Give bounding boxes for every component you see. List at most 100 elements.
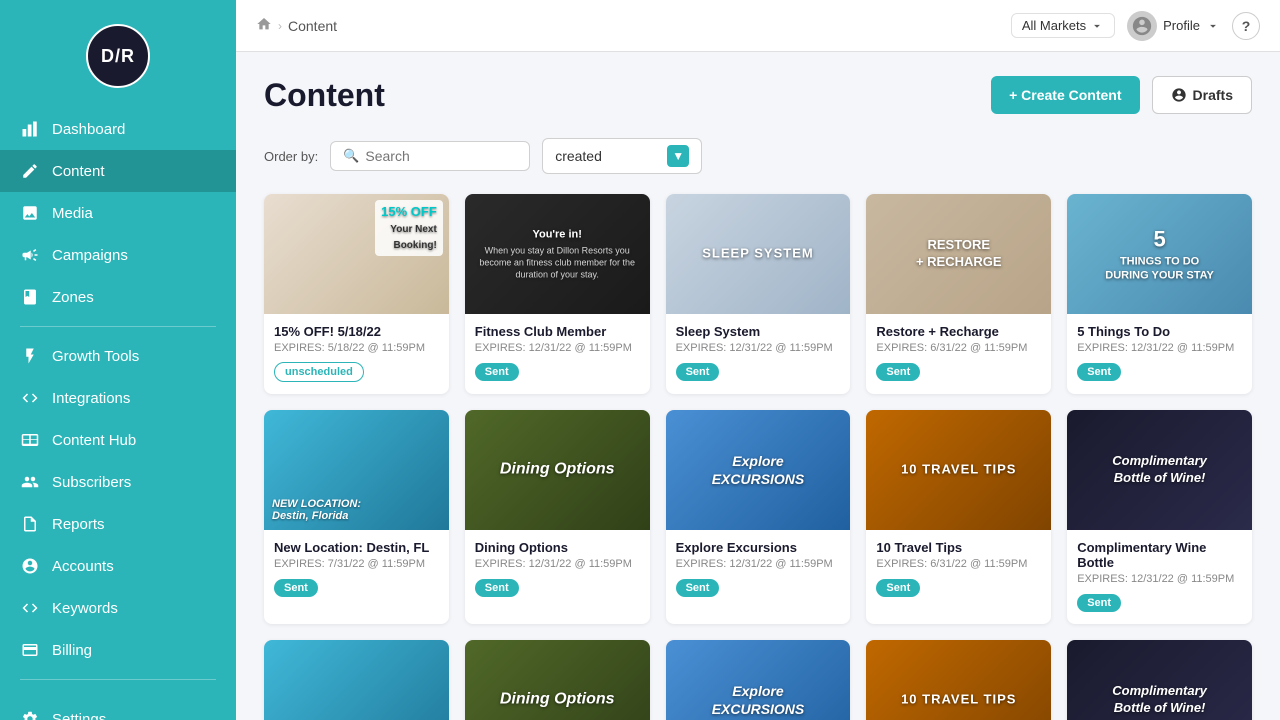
sidebar-item-integrations[interactable]: Integrations [0, 377, 236, 419]
sidebar-item-content-hub[interactable]: Content Hub [0, 419, 236, 461]
card-image-10: ComplimentaryBottle of Wine! [1067, 410, 1252, 530]
card-badge-8: Sent [676, 579, 720, 597]
content-card-3[interactable]: SLEEP SYSTEM Sleep System EXPIRES: 12/31… [666, 194, 851, 394]
content-card-10[interactable]: ComplimentaryBottle of Wine! Complimenta… [1067, 410, 1252, 624]
sidebar-item-growth-tools[interactable]: Growth Tools [0, 335, 236, 377]
card-badge-9: Sent [876, 579, 920, 597]
sidebar-item-media[interactable]: Media [0, 192, 236, 234]
card-title-6: New Location: Destin, FL [274, 540, 439, 555]
sidebar-item-dashboard[interactable]: Dashboard [0, 108, 236, 150]
card-title-9: 10 Travel Tips [876, 540, 1041, 555]
sidebar-item-label: Reports [52, 516, 105, 533]
chart-icon [20, 119, 40, 139]
billing-icon [20, 640, 40, 660]
book-icon [20, 287, 40, 307]
sidebar-item-label: Growth Tools [52, 348, 139, 365]
card-overlay-9: 10 TRAVEL TIPS [876, 462, 1042, 479]
search-input[interactable] [365, 148, 517, 164]
topbar-right: All Markets Profile ? [1011, 11, 1260, 41]
cards-grid-row2: NEW LOCATION:Destin, Florida New Locatio… [264, 410, 1252, 624]
content-card-9[interactable]: 10 TRAVEL TIPS 10 Travel Tips EXPIRES: 6… [866, 410, 1051, 624]
breadcrumb-separator: › [278, 19, 282, 33]
market-selector[interactable]: All Markets [1011, 13, 1115, 38]
card-expires-1: EXPIRES: 5/18/22 @ 11:59PM [274, 342, 439, 354]
card-image-8: ExploreEXCURSIONS [666, 410, 851, 530]
market-selector-label: All Markets [1022, 18, 1086, 33]
content-card-13[interactable]: ExploreEXCURSIONS [666, 640, 851, 720]
card-image-11: NEW LOCATION:Destin, Florida [264, 640, 449, 720]
create-content-label: + Create Content [1009, 87, 1121, 103]
breadcrumb: › Content [256, 16, 1003, 35]
sidebar-item-keywords[interactable]: Keywords [0, 587, 236, 629]
sidebar-item-zones[interactable]: Zones [0, 276, 236, 318]
card-image-13: ExploreEXCURSIONS [666, 640, 851, 720]
card-image-3: SLEEP SYSTEM [666, 194, 851, 314]
megaphone-icon [20, 245, 40, 265]
card-expires-8: EXPIRES: 12/31/22 @ 11:59PM [676, 558, 841, 570]
home-icon[interactable] [256, 16, 272, 35]
card-image-5: 5THINGS TO DODURING YOUR STAY [1067, 194, 1252, 314]
card-body-5: 5 Things To Do EXPIRES: 12/31/22 @ 11:59… [1067, 314, 1252, 393]
card-image-7: Dining Options [465, 410, 650, 530]
card-image-12: Dining Options [465, 640, 650, 720]
sidebar-item-settings[interactable]: Settings [0, 698, 236, 720]
lightning-icon [20, 346, 40, 366]
card-body-1: 15% OFF! 5/18/22 EXPIRES: 5/18/22 @ 11:5… [264, 314, 449, 394]
dropdown-arrow-icon: ▼ [667, 145, 689, 167]
content-card-7[interactable]: Dining Options Dining Options EXPIRES: 1… [465, 410, 650, 624]
breadcrumb-current: Content [288, 18, 337, 34]
card-expires-5: EXPIRES: 12/31/22 @ 11:59PM [1077, 342, 1242, 354]
card-body-2: Fitness Club Member EXPIRES: 12/31/22 @ … [465, 314, 650, 393]
account-icon [20, 556, 40, 576]
toolbar: Order by: 🔍 created ▼ [264, 138, 1252, 174]
card-expires-10: EXPIRES: 12/31/22 @ 11:59PM [1077, 573, 1242, 585]
card-title-8: Explore Excursions [676, 540, 841, 555]
order-by-label: Order by: [264, 149, 318, 164]
card-badge-6: Sent [274, 579, 318, 597]
sidebar-item-content[interactable]: Content [0, 150, 236, 192]
content-area: Content + Create Content Drafts Order by… [236, 52, 1280, 720]
sidebar-item-subscribers[interactable]: Subscribers [0, 461, 236, 503]
content-card-1[interactable]: 15% OFFYour NextBooking! 15% OFF! 5/18/2… [264, 194, 449, 394]
sidebar-item-campaigns[interactable]: Campaigns [0, 234, 236, 276]
sidebar-item-label: Media [52, 205, 93, 222]
nav-divider-1 [20, 326, 216, 327]
file-icon [20, 514, 40, 534]
sidebar-item-label: Accounts [52, 558, 114, 575]
card-title-10: Complimentary Wine Bottle [1077, 540, 1242, 570]
profile-button[interactable]: Profile [1127, 11, 1220, 41]
content-card-8[interactable]: ExploreEXCURSIONS Explore Excursions EXP… [666, 410, 851, 624]
sidebar-item-label: Zones [52, 289, 94, 306]
gear-icon [20, 709, 40, 720]
content-card-2[interactable]: You're in! When you stay at Dillon Resor… [465, 194, 650, 394]
card-overlay-15: ComplimentaryBottle of Wine! [1076, 683, 1242, 717]
page-title: Content [264, 77, 385, 114]
content-card-11[interactable]: NEW LOCATION:Destin, Florida [264, 640, 449, 720]
sidebar-item-reports[interactable]: Reports [0, 503, 236, 545]
help-button[interactable]: ? [1232, 12, 1260, 40]
content-card-6[interactable]: NEW LOCATION:Destin, Florida New Locatio… [264, 410, 449, 624]
main-area: › Content All Markets Profile ? Content [236, 0, 1280, 720]
card-overlay-4: RESTORE+ RECHARGE [876, 237, 1042, 271]
logo: D/R [0, 0, 236, 108]
sidebar-item-label: Subscribers [52, 474, 131, 491]
card-title-1: 15% OFF! 5/18/22 [274, 324, 439, 339]
card-overlay-8: ExploreEXCURSIONS [675, 452, 841, 488]
sidebar: D/R Dashboard Content Media [0, 0, 236, 720]
content-card-5[interactable]: 5THINGS TO DODURING YOUR STAY 5 Things T… [1067, 194, 1252, 394]
search-icon: 🔍 [343, 148, 359, 164]
drafts-button[interactable]: Drafts [1152, 76, 1252, 114]
content-card-14[interactable]: 10 TRAVEL TIPS [866, 640, 1051, 720]
content-card-4[interactable]: RESTORE+ RECHARGE Restore + Recharge EXP… [866, 194, 1051, 394]
card-body-3: Sleep System EXPIRES: 12/31/22 @ 11:59PM… [666, 314, 851, 393]
order-select[interactable]: created ▼ [542, 138, 702, 174]
sidebar-nav: Dashboard Content Media Campaigns [0, 108, 236, 720]
sidebar-item-label: Content [52, 163, 105, 180]
content-card-12[interactable]: Dining Options [465, 640, 650, 720]
sidebar-item-accounts[interactable]: Accounts [0, 545, 236, 587]
logo-circle: D/R [86, 24, 150, 88]
sidebar-item-billing[interactable]: Billing [0, 629, 236, 671]
search-box[interactable]: 🔍 [330, 141, 530, 171]
create-content-button[interactable]: + Create Content [991, 76, 1139, 114]
content-card-15[interactable]: ComplimentaryBottle of Wine! [1067, 640, 1252, 720]
